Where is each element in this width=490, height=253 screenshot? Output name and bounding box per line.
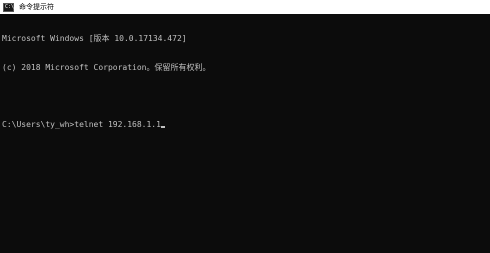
copyright-line: (c) 2018 Microsoft Corporation。保留所有权利。 bbox=[2, 62, 211, 72]
version-line: Microsoft Windows [版本 10.0.17134.472] bbox=[2, 34, 187, 43]
cmd-icon-glyph: C:\ bbox=[5, 3, 15, 10]
title-bar[interactable]: C:\ 命令提示符 bbox=[0, 0, 490, 14]
command-line[interactable]: C:\Users\ty_wh>telnet 192.168.1.1 bbox=[2, 120, 488, 130]
text-cursor bbox=[160, 126, 165, 128]
command-prompt-window: C:\ 命令提示符 Microsoft Windows [版本 10.0.171… bbox=[0, 0, 490, 253]
window-title: 命令提示符 bbox=[19, 3, 54, 11]
console-output[interactable]: Microsoft Windows [版本 10.0.17134.472] (c… bbox=[2, 15, 488, 148]
cmd-icon: C:\ bbox=[3, 2, 15, 12]
command-text: C:\Users\ty_wh>telnet 192.168.1.1 bbox=[2, 119, 161, 129]
